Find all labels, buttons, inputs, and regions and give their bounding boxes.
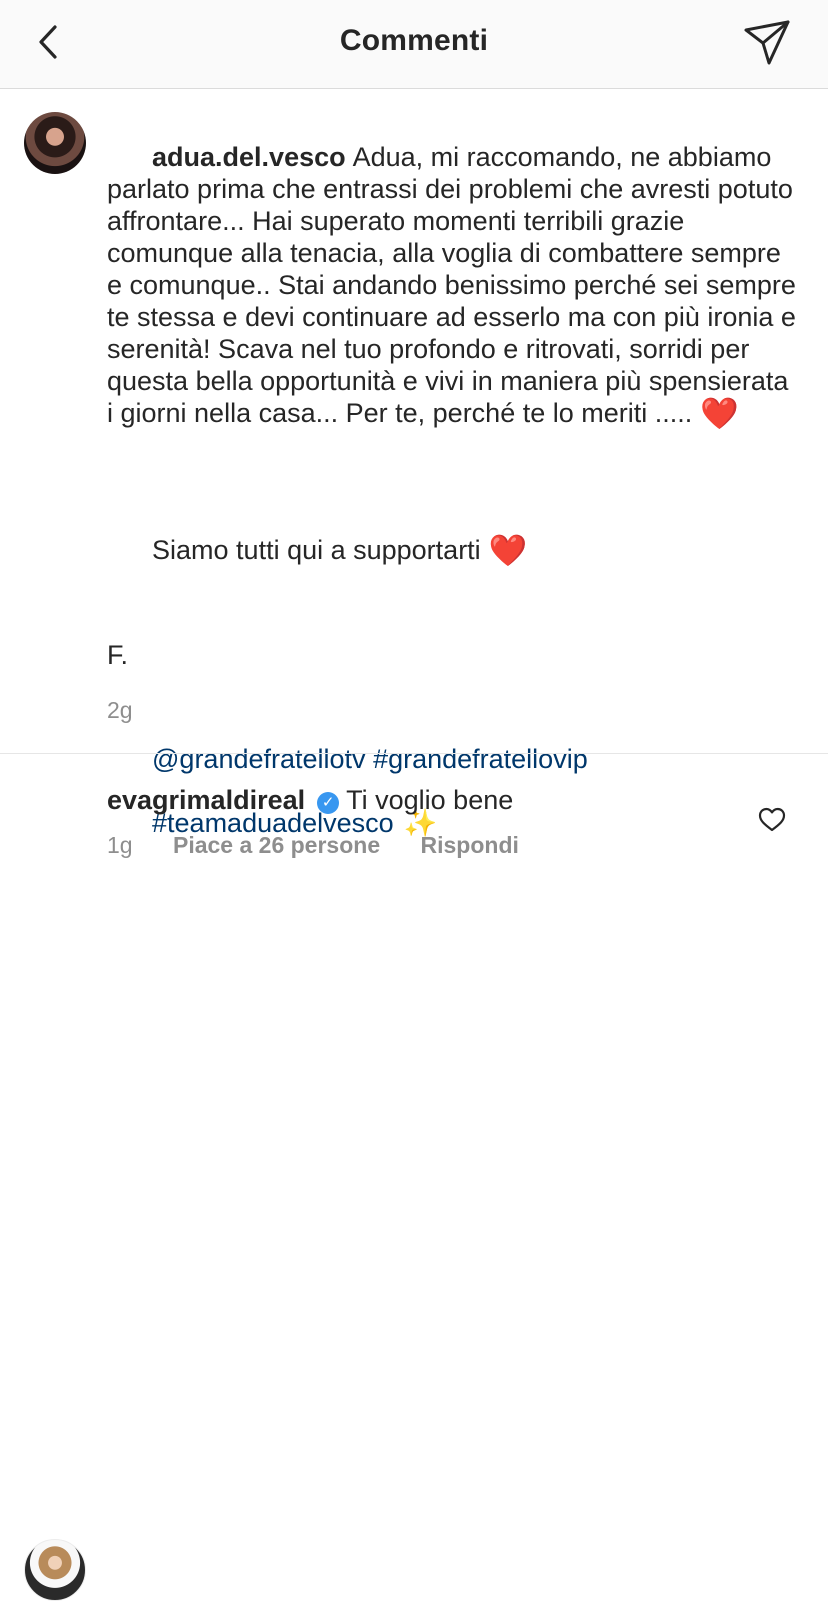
comment-meta: 1g Piace a 26 persone Rispondi xyxy=(107,832,553,859)
verified-badge-icon: ✓ xyxy=(317,792,340,814)
reply-button[interactable]: Rispondi xyxy=(421,832,519,859)
caption-text-body: Adua, mi raccomando, ne abbiamo parlato … xyxy=(107,142,804,428)
caption-paragraph-3: F. xyxy=(107,640,129,670)
caption-paragraph-2: Siamo tutti qui a supportarti ❤️ xyxy=(107,502,797,599)
paper-plane-icon[interactable] xyxy=(738,14,796,72)
page-title: Commenti xyxy=(339,24,489,57)
caption-paragraph-1: adua.del.vesco Adua, mi raccomando, ne ab… xyxy=(107,109,797,462)
comment-likes[interactable]: Piace a 26 persone xyxy=(173,832,380,859)
caption-username[interactable]: adua.del.vesco xyxy=(152,142,346,172)
support-text: Siamo tutti qui a supportarti xyxy=(152,535,481,565)
comment-text-line: evagrimaldireal ✓ Ti voglio bene xyxy=(107,784,513,816)
heart-emoji: ❤️ xyxy=(488,533,528,568)
comment-row: evagrimaldireal ✓ Ti voglio bene 1g Piace… xyxy=(0,754,828,1601)
comment-text: Ti voglio bene xyxy=(346,785,514,815)
avatar[interactable] xyxy=(24,112,86,174)
heart-outline-icon[interactable] xyxy=(758,806,786,834)
post-caption-section: adua.del.vesco Adua, mi raccomando, ne ab… xyxy=(0,89,828,838)
top-navigation-bar: Commenti xyxy=(0,0,828,89)
avatar[interactable] xyxy=(24,1539,86,1601)
post-time: 2g xyxy=(107,697,133,723)
comment-time: 1g xyxy=(107,832,133,858)
comment-username[interactable]: evagrimaldireal xyxy=(107,785,305,815)
heart-emoji: ❤️ xyxy=(700,396,739,431)
